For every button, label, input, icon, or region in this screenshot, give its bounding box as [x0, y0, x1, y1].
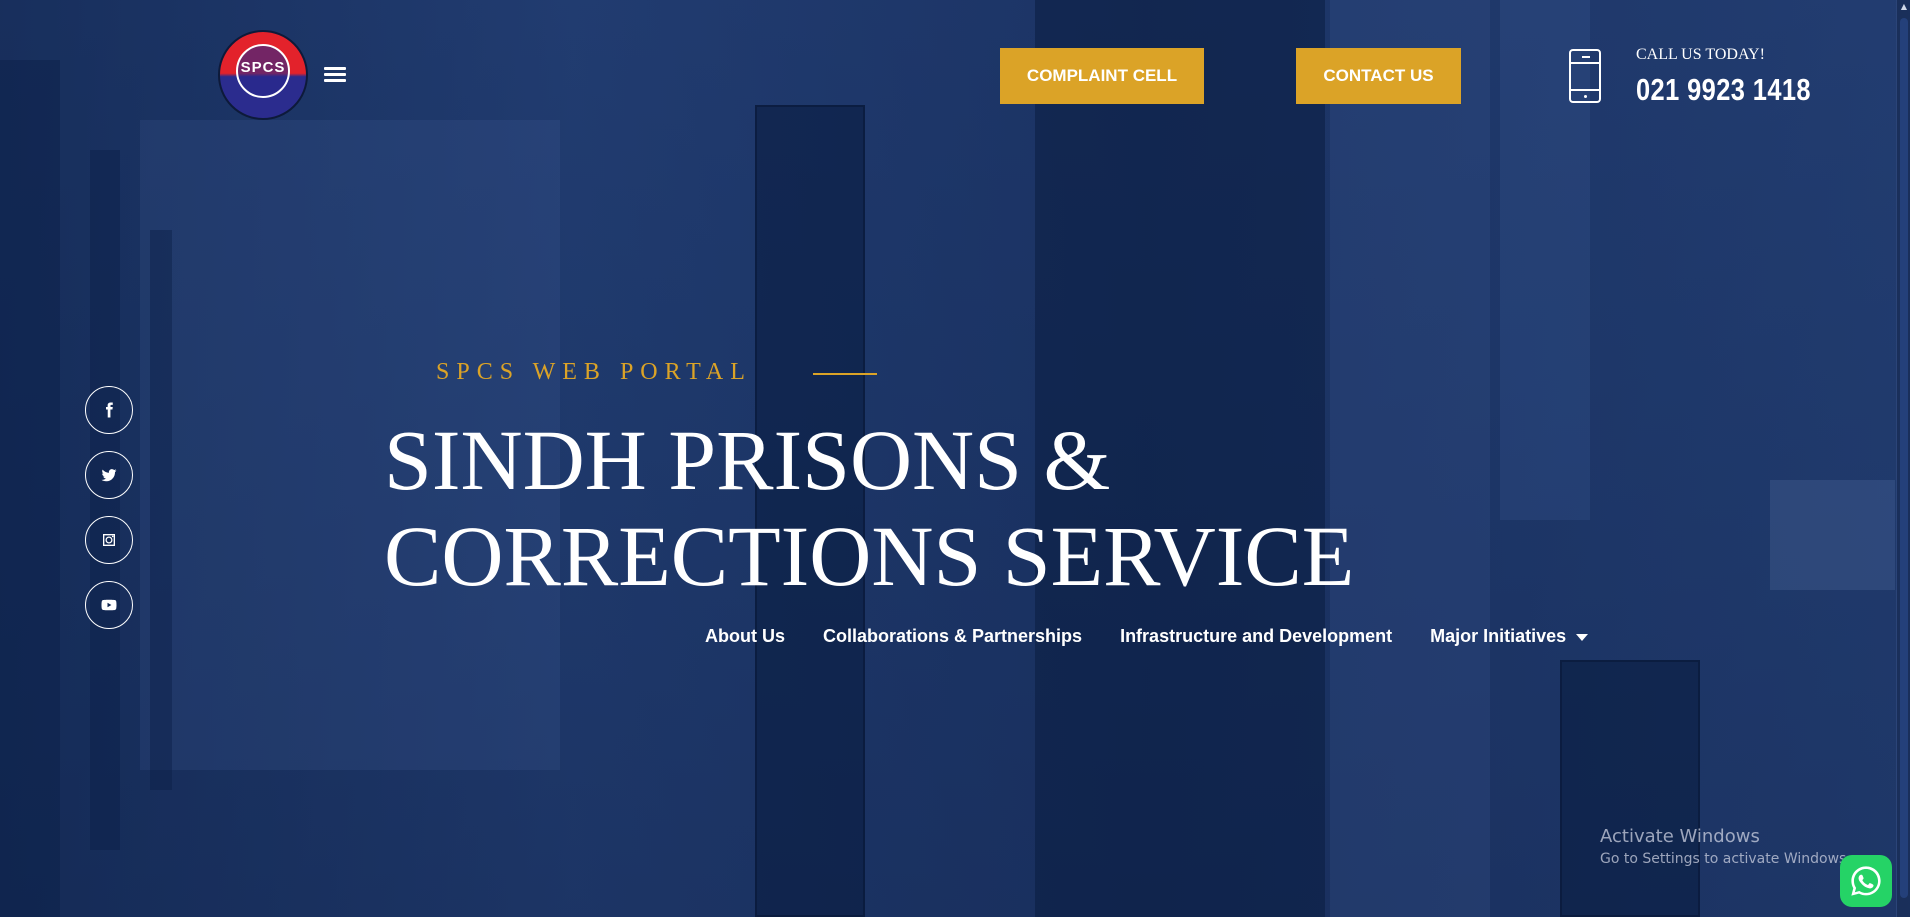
youtube-icon: [101, 599, 117, 611]
activate-windows-subtitle: Go to Settings to activate Windows.: [1600, 851, 1851, 867]
chevron-down-icon[interactable]: [1576, 633, 1589, 641]
twitter-icon: [101, 469, 117, 482]
phone-number[interactable]: 021 9923 1418: [1636, 72, 1811, 108]
hero-title: SINDH PRISONS & CORRECTIONS SERVICE: [384, 412, 1484, 604]
scroll-up-arrow-icon[interactable]: ▲: [1897, 0, 1910, 14]
whatsapp-icon: [1851, 866, 1881, 896]
eyebrow-divider: [813, 373, 877, 375]
activate-windows-title: Activate Windows: [1600, 826, 1760, 847]
complaint-cell-button[interactable]: COMPLAINT CELL: [1000, 48, 1204, 104]
hero-title-line1: SINDH PRISONS &: [384, 412, 1111, 508]
facebook-icon: [106, 402, 113, 418]
hamburger-menu-icon[interactable]: [324, 67, 346, 85]
call-us-label: CALL US TODAY!: [1636, 46, 1765, 63]
instagram-icon: [103, 534, 115, 546]
mobile-phone-icon: [1569, 49, 1601, 103]
page-scrollbar[interactable]: ▲: [1896, 0, 1910, 917]
twitter-link[interactable]: [85, 451, 133, 499]
instagram-link[interactable]: [85, 516, 133, 564]
whatsapp-button[interactable]: [1840, 855, 1892, 907]
nav-item-collaborations[interactable]: Collaborations & Partnerships: [823, 626, 1082, 647]
scroll-thumb[interactable]: [1900, 18, 1908, 898]
logo-text: SPCS: [240, 59, 286, 76]
nav-item-about-us[interactable]: About Us: [705, 626, 785, 647]
main-navigation: About Us Collaborations & Partnerships I…: [705, 626, 1589, 647]
facebook-link[interactable]: [85, 386, 133, 434]
nav-item-major-initiatives-label: Major Initiatives: [1430, 626, 1567, 646]
hero-title-line2: CORRECTIONS SERVICE: [384, 508, 1355, 604]
contact-us-button[interactable]: CONTACT US: [1296, 48, 1461, 104]
nav-item-major-initiatives[interactable]: Major Initiatives: [1430, 626, 1589, 647]
youtube-link[interactable]: [85, 581, 133, 629]
nav-item-infrastructure[interactable]: Infrastructure and Development: [1120, 626, 1392, 647]
spcs-logo[interactable]: SPCS: [218, 30, 308, 120]
hero-eyebrow: SPCS WEB PORTAL: [436, 359, 752, 385]
